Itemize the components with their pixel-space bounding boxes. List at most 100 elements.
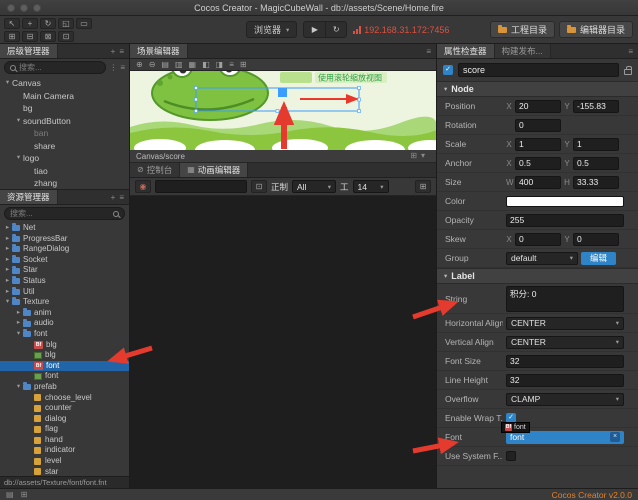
keyframe-button[interactable]: ⊡ [251,180,267,193]
skew-y-field[interactable] [573,232,619,246]
assets-search-input[interactable] [10,209,110,218]
snap-dot-icon[interactable]: ⊡ [58,31,74,42]
overflow-dropdown[interactable]: CLAMP ▾ [506,392,624,406]
hierarchy-search-input[interactable] [19,63,101,72]
assets-search[interactable] [4,207,125,220]
tab-hierarchy[interactable]: 层级管理器 [0,44,58,58]
asset-item[interactable]: ▸ Util [0,287,129,298]
anchor-handle[interactable] [278,88,287,97]
position-y-field[interactable] [573,99,619,113]
lock-icon[interactable] [624,65,632,75]
panel-menu-icon[interactable]: ≡ [426,47,431,56]
hierarchy-item[interactable]: ▾ logo [0,152,129,165]
asset-item[interactable]: ▾ font [0,329,129,340]
color-swatch[interactable] [506,195,624,207]
select-tool-icon[interactable]: ↖ [4,18,20,29]
project-directory-button[interactable]: 工程目录 [489,21,555,38]
hierarchy-item[interactable]: tiao [0,165,129,178]
position-x-field[interactable] [515,99,561,113]
refresh-button[interactable]: ↻ [325,22,346,37]
asset-item[interactable]: counter [0,403,129,414]
preview-target-dropdown[interactable]: 浏览器 ▾ [246,21,298,38]
grid-toggle-icon[interactable]: ⊞ [240,59,247,70]
asset-item[interactable]: ▸ Star [0,265,129,276]
use-system-font-checkbox[interactable] [506,451,516,461]
expand-icon[interactable]: ▸ [3,234,12,245]
node-section-header[interactable]: ▾ Node [437,81,638,97]
asset-item[interactable]: ▾ Texture [0,297,129,308]
layout-icon[interactable]: ⊞ [21,490,28,499]
add-node-icon[interactable]: + [111,47,116,56]
asset-item[interactable]: blg [0,340,129,351]
string-field[interactable]: 积分: 0 [506,285,624,312]
asset-item[interactable]: ▸ Net [0,223,129,234]
insert-tool-icon[interactable]: 工 [340,181,349,193]
expand-icon[interactable]: ▸ [3,287,12,298]
window-close-button[interactable] [7,4,15,12]
size-w-field[interactable] [515,175,561,189]
asset-item[interactable]: blg [0,350,129,361]
collapse-icon[interactable]: ▾ [444,272,447,280]
snap-cross-icon[interactable]: ⊠ [40,31,56,42]
animation-clip-field[interactable] [155,180,247,193]
add-asset-icon[interactable]: + [111,193,116,202]
expand-icon[interactable]: ▾ [14,152,23,165]
expand-icon[interactable]: ▸ [3,255,12,266]
sort-icon[interactable]: ≡ [120,63,125,72]
play-button[interactable]: ▶ [304,22,325,37]
asset-item[interactable]: ▾ prefab [0,382,129,393]
filter-icon[interactable]: ⋮ [109,63,117,72]
hierarchy-search[interactable] [4,61,107,74]
asset-item[interactable]: font [0,371,129,382]
rotate-tool-icon[interactable]: ↻ [40,18,56,29]
hierarchy-item[interactable]: zhang [0,177,129,189]
label-section-header[interactable]: ▾ Label [437,268,638,284]
asset-item[interactable]: level [0,456,129,467]
expand-icon[interactable]: ▸ [3,276,12,287]
edit-group-button[interactable]: 编辑 [581,251,617,265]
size-dropdown[interactable]: 14 ▾ [352,180,389,193]
asset-item[interactable]: ▸ Socket [0,255,129,266]
align-top-icon[interactable]: ▤ [161,59,169,70]
tab-inspector[interactable]: 属性检查器 [437,44,495,58]
tab-assets[interactable]: 资源管理器 [0,190,58,204]
asset-item-selected[interactable]: font [0,360,129,372]
asset-item[interactable]: indicator [0,445,129,456]
zoom-in-icon[interactable]: ⊕ [136,59,143,70]
opacity-field[interactable] [506,213,624,227]
asset-item[interactable]: ▸ ProgressBar [0,234,129,245]
panel-menu-icon[interactable]: ≡ [119,193,124,202]
snap-grid-icon[interactable]: ⊞ [4,31,20,42]
asset-item[interactable]: ▸ audio [0,318,129,329]
hierarchy-item[interactable]: ban [0,127,129,140]
scene-canvas[interactable]: 使用滚轮缩放视图 [130,71,436,150]
node-active-checkbox[interactable]: ✓ [443,65,453,75]
expand-icon[interactable]: ▸ [14,308,23,319]
asset-item[interactable]: ▸ anim [0,308,129,319]
filter-dropdown[interactable]: All ▾ [292,180,337,193]
expand-icon[interactable]: ▾ [14,329,23,340]
hierarchy-item[interactable]: Main Camera [0,90,129,103]
v-align-dropdown[interactable]: CENTER ▾ [506,335,624,349]
asset-item[interactable]: ▸ RangeDialog [0,244,129,255]
h-align-dropdown[interactable]: CENTER ▾ [506,316,624,330]
remove-font-icon[interactable]: × [610,432,620,442]
node-name-field[interactable] [458,63,619,77]
move-tool-icon[interactable]: + [22,18,38,29]
font-size-field[interactable] [506,354,624,368]
window-zoom-button[interactable] [33,4,41,12]
panel-settings-button[interactable]: ⊞ [415,180,431,193]
expand-icon[interactable]: ▸ [3,244,12,255]
asset-item[interactable]: star [0,467,129,476]
scale-y-field[interactable] [573,137,619,151]
animation-timeline[interactable] [130,196,436,488]
asset-item[interactable]: dialog [0,414,129,425]
panel-menu-icon[interactable]: ≡ [119,47,124,56]
chevron-down-icon[interactable]: ▾ [421,151,425,160]
anchor-x-field[interactable] [515,156,561,170]
asset-item[interactable]: choose_level [0,393,129,404]
line-height-field[interactable] [506,373,624,387]
console-log-icon[interactable]: ▤ [6,490,14,499]
hierarchy-item[interactable]: bg [0,102,129,115]
expand-icon[interactable]: ▾ [14,382,23,393]
